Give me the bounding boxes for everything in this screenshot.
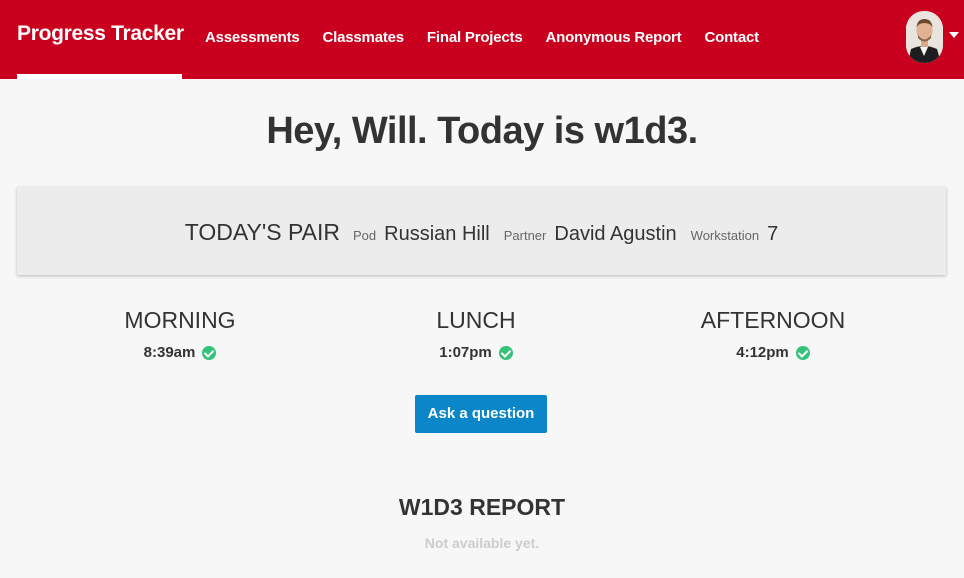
check-circle-icon	[202, 345, 217, 360]
partner-value: David Agustin	[554, 223, 677, 245]
nav-link-final-projects[interactable]: Final Projects	[427, 29, 523, 46]
checkin-time-row: 1:07pm	[326, 344, 626, 361]
workstation-value: 7	[767, 223, 779, 245]
checkin-time: 8:39am	[143, 344, 196, 361]
page-greeting: Hey, Will. Today is w1d3.	[266, 110, 698, 152]
report-title: W1D3 REPORT	[398, 494, 566, 520]
checkin-title: LUNCH	[436, 307, 516, 333]
partner-label: Partner	[503, 228, 547, 243]
user-avatar[interactable]	[906, 11, 943, 63]
checkin-time: 1:07pm	[439, 344, 492, 361]
nav-link-assessments[interactable]: Assessments	[205, 29, 300, 46]
pair-details: TODAY'S PAIR Pod Russian Hill Partner Da…	[17, 219, 946, 246]
pod-label: Pod	[353, 228, 377, 243]
pair-title: TODAY'S PAIR	[184, 219, 340, 245]
active-nav-indicator	[17, 74, 182, 79]
report-status: Not available yet.	[424, 535, 540, 551]
caret-down-icon[interactable]	[949, 32, 959, 38]
nav-link-contact[interactable]: Contact	[704, 29, 759, 46]
checkin-time: 4:12pm	[736, 344, 789, 361]
top-navbar: Progress Tracker Assessments Classmates …	[0, 0, 964, 79]
brand-link[interactable]: Progress Tracker	[17, 22, 184, 46]
pod-value: Russian Hill	[384, 223, 490, 245]
checkin-morning: MORNING 8:39am	[30, 307, 330, 361]
nav-links: Assessments Classmates Final Projects An…	[205, 29, 759, 46]
checkin-lunch: LUNCH 1:07pm	[326, 307, 626, 361]
checkin-afternoon: AFTERNOON 4:12pm	[623, 307, 923, 361]
ask-question-button[interactable]: Ask a question	[415, 395, 547, 433]
nav-link-anonymous-report[interactable]: Anonymous Report	[546, 29, 682, 46]
checkin-time-row: 4:12pm	[623, 344, 923, 361]
avatar-image	[906, 11, 943, 63]
todays-pair-panel: TODAY'S PAIR Pod Russian Hill Partner Da…	[17, 187, 946, 275]
workstation-label: Workstation	[690, 228, 760, 243]
checkin-title: MORNING	[124, 307, 236, 333]
check-circle-icon	[795, 345, 810, 360]
checkin-time-row: 8:39am	[30, 344, 330, 361]
check-circle-icon	[498, 345, 513, 360]
nav-link-classmates[interactable]: Classmates	[323, 29, 405, 46]
checkin-title: AFTERNOON	[700, 307, 846, 333]
